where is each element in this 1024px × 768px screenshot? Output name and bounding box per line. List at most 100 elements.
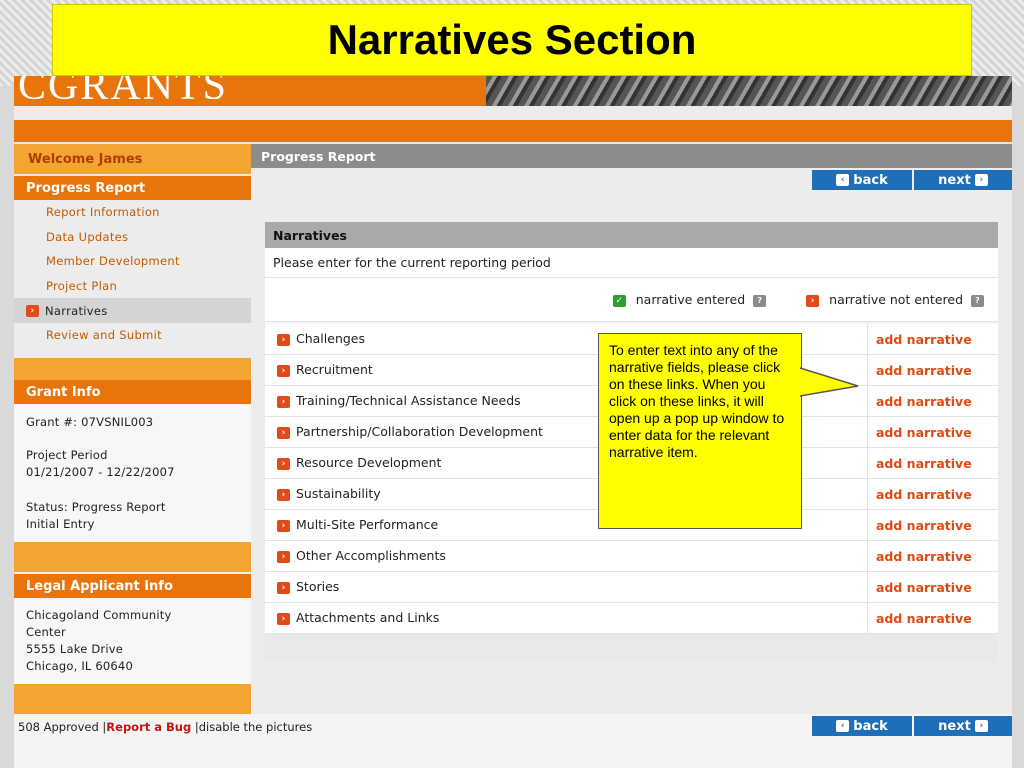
back-label: back [853,172,888,188]
add-narrative-link[interactable]: add narrative [868,603,998,633]
narrative-label-text: Stories [296,579,340,594]
sidebar-item-data-updates[interactable]: Data Updates [14,225,251,250]
arrow-right-icon: › [277,519,290,532]
sidebar-item-member-development[interactable]: Member Development [14,249,251,274]
check-icon: ✓ [612,294,626,307]
arrow-right-icon: › [277,488,290,501]
help-icon[interactable]: ? [971,294,984,307]
narrative-label-text: Resource Development [296,455,442,470]
legend-entered: ✓ narrative entered ? [612,292,767,307]
narrative-label-text: Recruitment [296,362,373,377]
arrow-right-icon: › [277,426,290,439]
approved-text: 508 Approved [18,720,99,734]
sidebar-item-report-information[interactable]: Report Information [14,200,251,225]
legal-line: Chicago, IL 60640 [26,659,133,673]
legal-line: 5555 Lake Drive [26,642,124,656]
app-window: CGRANTS Welcome James Progress Report Re… [14,76,1012,768]
arrow-left-icon: ‹ [836,174,850,186]
slide-title: Narratives Section [52,4,972,76]
next-button[interactable]: next › [914,170,1012,190]
sidebar-spacer [14,684,251,718]
narrative-label: › Attachments and Links [265,603,868,633]
arrow-right-icon: › [277,612,290,625]
welcome-text: Welcome James [14,144,251,174]
sidebar-spacer [14,542,251,572]
narrative-label-text: Attachments and Links [296,610,440,625]
disable-pictures-link[interactable]: disable the pictures [199,720,312,734]
report-bug-link[interactable]: Report a Bug [106,720,191,734]
sidebar-menu: Report Information Data Updates Member D… [14,200,251,348]
narrative-row: › Stories add narrative [265,572,998,603]
add-narrative-link[interactable]: add narrative [868,541,998,571]
back-button[interactable]: ‹ back [812,170,912,190]
add-narrative-link[interactable]: add narrative [868,417,998,447]
back-label: back [853,718,888,734]
arrow-right-icon: › [806,294,820,307]
grant-number: Grant #: 07VSNIL003 [26,415,154,429]
arrow-left-icon: ‹ [836,720,850,732]
add-narrative-link[interactable]: add narrative [868,386,998,416]
next-label: next [938,172,971,188]
header-banner: CGRANTS [14,76,1012,106]
arrow-right-icon: › [26,304,39,317]
nav-bar [14,120,1012,142]
legend-entered-label: narrative entered [635,292,746,307]
arrow-right-icon: › [277,581,290,594]
add-narrative-link[interactable]: add narrative [868,324,998,354]
add-narrative-link[interactable]: add narrative [868,448,998,478]
bottom-nav-buttons: ‹ back next › [812,716,1012,736]
header-photo [486,76,1012,106]
narrative-label: › Other Accomplishments [265,541,868,571]
panel-footer [265,634,998,662]
status-value: Initial Entry [26,517,95,531]
legal-line: Center [26,625,66,639]
panel-title: Narratives [265,222,998,248]
narrative-label-text: Training/Technical Assistance Needs [296,393,521,408]
back-button[interactable]: ‹ back [812,716,912,736]
sidebar: Welcome James Progress Report Report Inf… [14,144,251,720]
legend-not-entered-label: narrative not entered [829,292,964,307]
logo: CGRANTS [18,76,229,106]
narrative-row: › Attachments and Links add narrative [265,603,998,634]
narrative-label-text: Challenges [296,331,366,346]
panel-intro: Please enter for the current reporting p… [265,248,998,278]
grant-info-heading: Grant Info [14,380,251,404]
help-icon[interactable]: ? [753,294,767,307]
header-gap [14,106,1012,120]
narrative-label-text: Other Accomplishments [296,548,446,563]
legal-line: Chicagoland Community [26,608,172,622]
footer: 508 Approved |Report a Bug |disable the … [14,714,1012,768]
callout-box: To enter text into any of the narrative … [598,333,802,529]
next-button[interactable]: next › [914,716,1012,736]
footer-links: 508 Approved |Report a Bug |disable the … [18,720,312,734]
project-period: 01/21/2007 - 12/22/2007 [26,465,175,479]
arrow-right-icon: › [277,395,290,408]
narrative-label-text: Multi-Site Performance [296,517,439,532]
narrative-label-text: Sustainability [296,486,381,501]
arrow-right-icon: › [974,720,988,732]
sidebar-item-project-plan[interactable]: Project Plan [14,274,251,299]
legal-applicant-heading: Legal Applicant Info [14,574,251,598]
add-narrative-link[interactable]: add narrative [868,479,998,509]
add-narrative-link[interactable]: add narrative [868,572,998,602]
narrative-row: › Other Accomplishments add narrative [265,541,998,572]
sidebar-item-narratives[interactable]: › Narratives [14,298,251,323]
legend: ✓ narrative entered ? › narrative not en… [265,278,998,322]
status-label: Status: Progress Report [26,500,166,514]
legend-not-entered: › narrative not entered ? [806,292,984,307]
next-label: next [938,718,971,734]
top-nav-buttons: ‹ back next › [812,170,1012,190]
arrow-right-icon: › [277,333,290,346]
sidebar-item-label: Narratives [45,303,108,318]
narrative-label: › Stories [265,572,868,602]
add-narrative-link[interactable]: add narrative [868,510,998,540]
sidebar-item-review-and-submit[interactable]: Review and Submit [14,323,251,348]
add-narrative-link[interactable]: add narrative [868,355,998,385]
arrow-right-icon: › [974,174,988,186]
main-header: Progress Report [251,144,1012,168]
arrow-right-icon: › [277,364,290,377]
project-period-label: Project Period [26,448,108,462]
callout-pointer [800,367,859,397]
arrow-right-icon: › [277,457,290,470]
progress-report-heading: Progress Report [14,176,251,200]
